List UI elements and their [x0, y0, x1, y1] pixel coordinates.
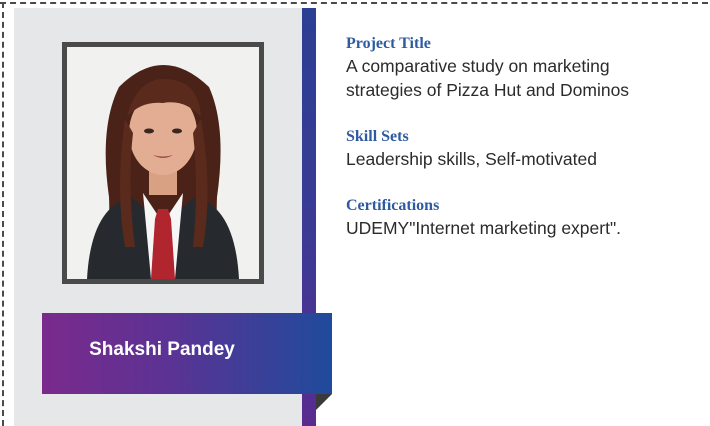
skill-sets-text: Leadership skills, Self-motivated — [346, 149, 597, 169]
certifications-heading: Certifications — [346, 197, 440, 214]
certifications-text: UDEMY"Internet marketing expert". — [346, 218, 622, 238]
profile-card: Shakshi Pandey Project Title A comparati… — [0, 0, 710, 426]
student-name: Shakshi Pandey — [89, 338, 235, 360]
banner-fold — [316, 394, 332, 410]
skill-sets-block: Skill Sets Leadership skills, Self-motiv… — [346, 127, 696, 171]
certifications-block: Certifications UDEMY"Internet marketing … — [346, 196, 696, 240]
project-title-line-1: A comparative study on marketing — [346, 56, 610, 76]
profile-photo — [67, 47, 259, 279]
name-banner: Shakshi Pandey — [42, 313, 332, 394]
project-title-line-2: strategies of Pizza Hut and Dominos — [346, 80, 630, 100]
profile-photo-frame — [62, 42, 264, 284]
dashed-border-top — [0, 2, 708, 4]
project-title-heading: Project Title — [346, 35, 431, 52]
skill-sets-heading: Skill Sets — [346, 128, 409, 145]
info-section: Project Title A comparative study on mar… — [346, 34, 696, 265]
project-title-block: Project Title A comparative study on mar… — [346, 34, 696, 102]
dashed-border-left — [2, 2, 4, 426]
